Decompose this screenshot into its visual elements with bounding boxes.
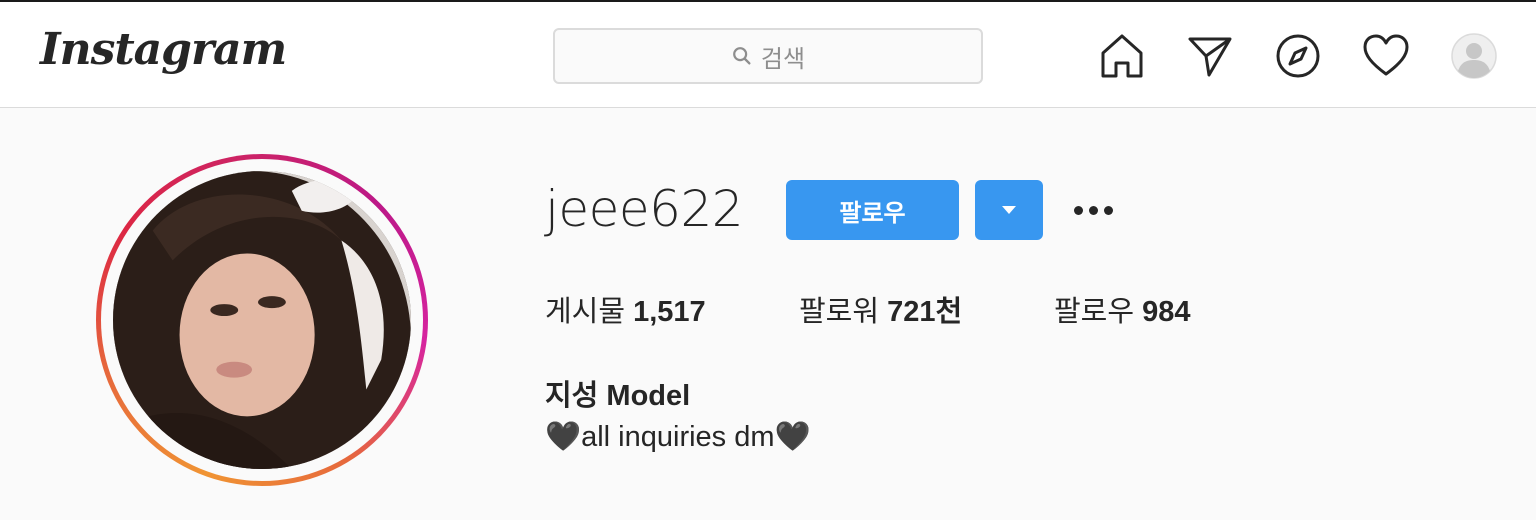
explore-icon[interactable] xyxy=(1273,31,1323,81)
follow-button[interactable]: 팔로우 xyxy=(786,180,959,240)
followers-label: 팔로워 xyxy=(799,296,880,328)
suggested-accounts-dropdown-button[interactable] xyxy=(975,180,1043,240)
caret-down-icon xyxy=(1002,206,1016,214)
followers-value: 721천 xyxy=(887,296,963,328)
following-count-stat[interactable]: 팔로우 984 xyxy=(1054,288,1191,330)
profile-username: jeee622 xyxy=(545,180,744,238)
following-value: 984 xyxy=(1142,296,1191,328)
more-options-button[interactable] xyxy=(1068,195,1118,225)
nav-icons xyxy=(0,31,1536,81)
posts-value: 1,517 xyxy=(633,296,706,328)
home-icon[interactable] xyxy=(1097,31,1147,81)
more-dot-icon xyxy=(1088,205,1098,215)
top-navigation-bar: Instagram 검색 xyxy=(0,0,1536,108)
more-dot-icon xyxy=(1073,205,1083,215)
profile-avatar-icon[interactable] xyxy=(1449,31,1499,81)
more-dot-icon xyxy=(1103,205,1113,215)
profile-picture-frame xyxy=(101,159,423,481)
activity-heart-icon[interactable] xyxy=(1361,31,1411,81)
profile-picture-illustration xyxy=(113,171,411,469)
following-label: 팔로우 xyxy=(1054,296,1135,328)
posts-label: 게시물 xyxy=(545,296,626,328)
profile-picture xyxy=(113,171,411,469)
profile-bio: 🖤all inquiries dm🖤 xyxy=(545,421,811,453)
posts-count-stat: 게시물 1,517 xyxy=(545,288,706,330)
direct-message-icon[interactable] xyxy=(1185,31,1235,81)
profile-full-name: 지성 Model xyxy=(545,380,691,412)
profile-picture-story-ring[interactable] xyxy=(96,154,428,486)
followers-count-stat[interactable]: 팔로워 721천 xyxy=(799,288,962,330)
